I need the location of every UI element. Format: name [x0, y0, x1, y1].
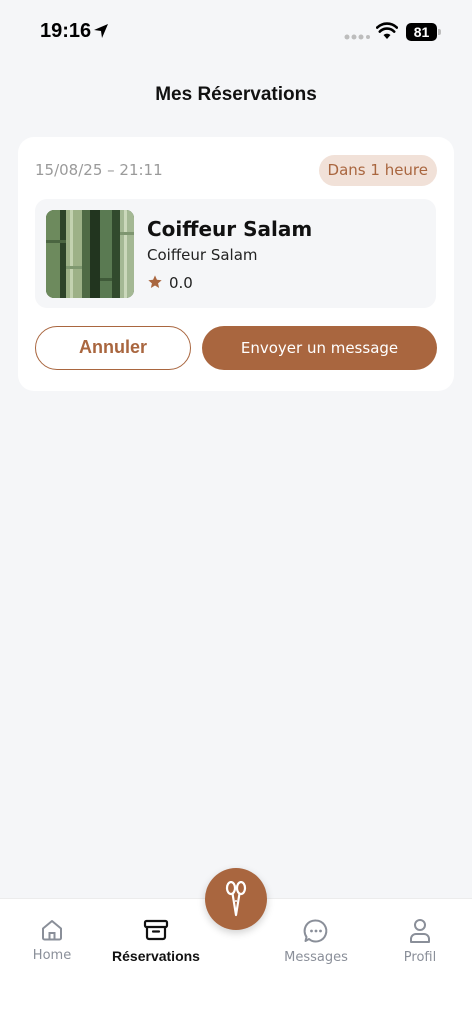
salon-subtitle: Coiffeur Salam [147, 246, 258, 264]
status-bar: 19:16 81 [0, 0, 472, 64]
location-arrow-icon [94, 24, 108, 38]
center-action-button[interactable] [205, 868, 267, 930]
time-remaining-badge: Dans 1 heure [318, 155, 437, 186]
page-title: Mes Réservations [155, 84, 317, 105]
send-message-button[interactable]: Envoyer un message [202, 326, 437, 370]
salon-info[interactable]: Coiffeur Salam Coiffeur Salam 0.0 [35, 199, 436, 308]
rating-value: 0.0 [169, 274, 193, 292]
nav-label-messages: Messages [284, 950, 348, 965]
home-icon [42, 920, 62, 941]
nav-item-profile[interactable]: Profil [392, 918, 448, 965]
cancel-button[interactable]: Annuler [35, 326, 191, 370]
reservations-box-icon [143, 919, 169, 941]
nav-label-profile: Profil [403, 950, 437, 965]
nav-label-home: Home [32, 948, 72, 963]
nav-label-reservations: Réservations [112, 948, 200, 964]
salon-name: Coiffeur Salam [147, 217, 313, 241]
status-time: 19:16 [40, 20, 92, 42]
star-icon [148, 275, 162, 288]
chat-bubble-icon [303, 919, 328, 943]
booking-card: 15/08/25 – 21:11 Dans 1 heure Coiffeur S… [18, 137, 454, 391]
salon-thumbnail [46, 210, 134, 298]
battery-level: 81 [413, 24, 430, 40]
nav-item-home[interactable]: Home [22, 918, 82, 963]
nav-item-reservations[interactable]: Réservations [106, 918, 206, 964]
nav-item-messages[interactable]: Messages [276, 918, 356, 965]
cellular-signal-icon [344, 34, 370, 40]
booking-datetime: 15/08/25 – 21:11 [35, 161, 163, 179]
user-icon [410, 919, 430, 943]
battery-indicator: 81 [406, 23, 441, 41]
scissors-icon [225, 881, 247, 917]
wifi-icon [376, 22, 398, 39]
